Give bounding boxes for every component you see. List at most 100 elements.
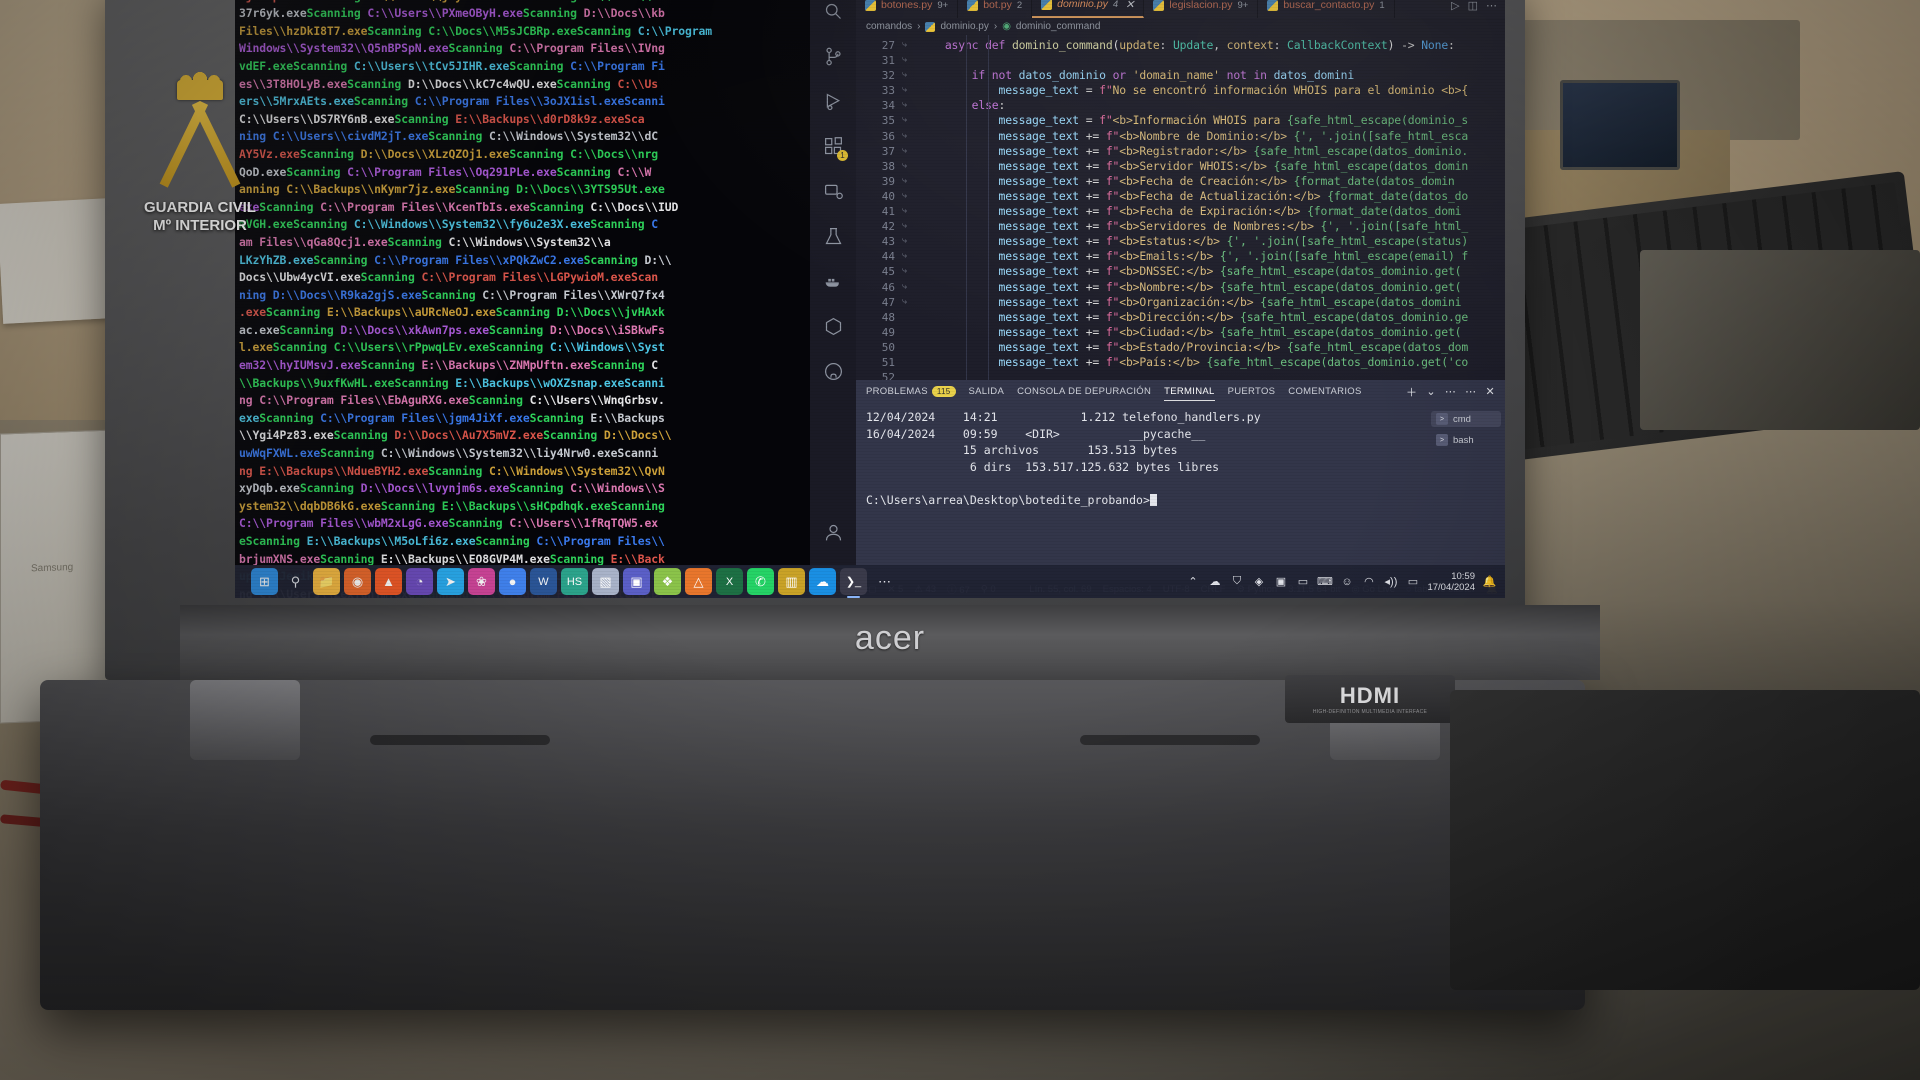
windows-taskbar[interactable]: ⊞ ⚲ 📁 ◉ ▲ ◔ ➤ ❀ ● W HS ▧ ▣ ❖ △ X ✆ ▥ ☁ ❯_ ⋯ ⌃ ☁ ⛉ ◈ ▣ ▭ ⌨ ☺ ◠ ◂)) ▭ 10:… bbox=[235, 565, 1505, 598]
fold-marker[interactable]: ⤷ bbox=[902, 249, 918, 264]
fold-marker[interactable]: ⤷ bbox=[902, 129, 918, 144]
tray-monitor-icon[interactable]: ▭ bbox=[1295, 574, 1310, 589]
editor-tab-botones[interactable]: botones.py 9+ bbox=[856, 0, 959, 18]
panel-tab-terminal[interactable]: TERMINAL bbox=[1164, 383, 1215, 401]
fold-marker[interactable]: ⤷ bbox=[902, 38, 918, 53]
tray-shield-icon[interactable]: ⛉ bbox=[1229, 574, 1244, 589]
taskbar-start-icon[interactable]: ⊞ bbox=[251, 568, 278, 595]
breadcrumb[interactable]: comandos › dominio.py › ◉ dominio_comman… bbox=[856, 18, 1505, 35]
taskbar-photos-icon[interactable]: ❀ bbox=[468, 568, 495, 595]
taskbar-chrome-icon[interactable]: ● bbox=[499, 568, 526, 595]
panel-tab-salida[interactable]: SALIDA bbox=[969, 383, 1005, 400]
activity-bar[interactable]: 1 bbox=[810, 0, 856, 598]
code-line[interactable]: message_text += f"<b>Ciudad:</b> {safe_h… bbox=[918, 325, 1505, 340]
code-line[interactable]: message_text += f"<b>Nombre de Dominio:<… bbox=[918, 129, 1505, 144]
panel-tab-comentarios[interactable]: COMENTARIOS bbox=[1288, 383, 1361, 400]
fold-marker[interactable]: ⤷ bbox=[902, 295, 918, 310]
tray-keyboard-icon[interactable]: ⌨ bbox=[1317, 574, 1333, 589]
editor-tab-legislacion[interactable]: legislacion.py 9+ bbox=[1144, 0, 1259, 18]
terminal-instance-list[interactable]: > cmd > bash bbox=[1427, 403, 1505, 580]
taskbar-photo-editor-icon[interactable]: ❖ bbox=[654, 568, 681, 595]
taskbar-clock[interactable]: 10:59 17/04/2024 bbox=[1427, 571, 1475, 593]
code-line[interactable]: message_text += f"<b>Estado/Provincia:</… bbox=[918, 340, 1505, 355]
fold-marker[interactable]: ⤷ bbox=[902, 219, 918, 234]
editor-tab-dominio[interactable]: dominio.py 4 ✕ bbox=[1032, 0, 1145, 18]
taskbar-file-explorer-icon[interactable]: 📁 bbox=[313, 568, 340, 595]
taskbar-word-icon[interactable]: W bbox=[530, 568, 557, 595]
code-line[interactable]: message_text += f"<b>Emails:</b> {', '.j… bbox=[918, 249, 1505, 264]
fold-marker[interactable]: ⤷ bbox=[902, 264, 918, 279]
panel-actions[interactable]: ＋ ⌄ ⋯ ⋯ ✕ bbox=[1406, 384, 1495, 400]
fold-marker[interactable]: ⤷ bbox=[902, 113, 918, 128]
taskbar-database-icon[interactable]: ▥ bbox=[778, 568, 805, 595]
fold-marker[interactable]: ⤷ bbox=[902, 53, 918, 68]
notification-bell-icon[interactable]: 🔔 bbox=[1482, 574, 1497, 589]
fold-marker[interactable]: ⤷ bbox=[902, 234, 918, 249]
docker-icon[interactable] bbox=[820, 268, 846, 294]
taskbar-telegram-icon[interactable]: ➤ bbox=[437, 568, 464, 595]
code-line[interactable]: message_text += f"<b>Nombre:</b> {safe_h… bbox=[918, 280, 1505, 295]
fold-marker[interactable]: ⤷ bbox=[902, 159, 918, 174]
fold-marker[interactable]: ⤷ bbox=[902, 189, 918, 204]
taskbar-onedrive-icon[interactable]: ☁ bbox=[809, 568, 836, 595]
fold-column[interactable]: ⤷ ⤷ ⤷ ⤷ ⤷ ⤷ ⤷ ⤷ ⤷ ⤷ ⤷ ⤷ ⤷ ⤷ ⤷ ⤷ ⤷ ⤷ bbox=[902, 35, 918, 380]
source-control-icon[interactable] bbox=[820, 43, 846, 69]
fold-marker[interactable]: ⤷ bbox=[902, 83, 918, 98]
code-line[interactable]: message_text += f"<b>Dirección:</b> {saf… bbox=[918, 310, 1505, 325]
panel-tab-consola-de-depuraci-n[interactable]: CONSOLA DE DEPURACIÓN bbox=[1017, 383, 1151, 400]
tray-app2-icon[interactable]: ▣ bbox=[1273, 574, 1288, 589]
taskbar-firefox-icon[interactable]: ◉ bbox=[344, 568, 371, 595]
panel-tab-puertos[interactable]: PUERTOS bbox=[1228, 383, 1276, 400]
tray-battery-icon[interactable]: ▭ bbox=[1405, 574, 1420, 589]
tray-chevron-up-icon[interactable]: ⌃ bbox=[1185, 574, 1200, 589]
extensions-icon[interactable]: 1 bbox=[820, 133, 848, 161]
code-line[interactable]: else: bbox=[918, 98, 1505, 113]
editor-actions[interactable]: ▷ ◫ ⋯ bbox=[1443, 0, 1505, 18]
taskbar-items[interactable]: ⊞ ⚲ 📁 ◉ ▲ ◔ ➤ ❀ ● W HS ▧ ▣ ❖ △ X ✆ ▥ ☁ ❯_ ⋯ bbox=[251, 568, 898, 598]
terminal-output[interactable]: 12/04/2024 14:21 1.212 telefono_handlers… bbox=[856, 403, 1427, 580]
taskbar-more-icon[interactable]: ⋯ bbox=[871, 568, 898, 595]
breadcrumb-file[interactable]: dominio.py bbox=[940, 21, 988, 32]
taskbar-search-icon[interactable]: ⚲ bbox=[282, 568, 309, 595]
code-editor[interactable]: 27 31 32 33 34 35 36 37 38 39 40 41 42 43 44 45 46 47 48 49… bbox=[856, 35, 1505, 380]
fold-marker[interactable]: ⤷ bbox=[902, 280, 918, 295]
code-lines[interactable]: async def dominio_command(update: Update… bbox=[918, 35, 1505, 380]
code-line[interactable] bbox=[918, 370, 1505, 380]
tray-app-icon[interactable]: ◈ bbox=[1251, 574, 1266, 589]
code-line[interactable]: async def dominio_command(update: Update… bbox=[918, 38, 1505, 53]
run-icon[interactable]: ▷ bbox=[1451, 0, 1459, 12]
terminal-instance-cmd[interactable]: > cmd bbox=[1431, 411, 1501, 427]
fold-marker[interactable]: ⤷ bbox=[902, 174, 918, 189]
chevron-down-icon[interactable]: ⌄ bbox=[1426, 385, 1436, 398]
code-line[interactable]: message_text += f"<b>DNSSEC:</b> {safe_h… bbox=[918, 264, 1505, 279]
taskbar-terminal-icon[interactable]: ❯_ bbox=[840, 568, 867, 598]
code-line[interactable] bbox=[918, 53, 1505, 68]
more-icon[interactable]: ⋯ bbox=[1465, 385, 1476, 398]
tray-onedrive-icon[interactable]: ☁ bbox=[1207, 574, 1222, 589]
taskbar-store-icon[interactable]: ▧ bbox=[592, 568, 619, 595]
split-icon[interactable]: ◫ bbox=[1468, 0, 1478, 12]
taskbar-brave-icon[interactable]: ▲ bbox=[375, 568, 402, 595]
add-terminal-icon[interactable]: ＋ bbox=[1406, 384, 1417, 400]
code-line[interactable]: message_text += f"<b>Servidores de Nombr… bbox=[918, 219, 1505, 234]
package-icon[interactable] bbox=[820, 313, 846, 339]
github-icon[interactable] bbox=[820, 358, 846, 384]
breadcrumb-symbol[interactable]: dominio_command bbox=[1016, 21, 1101, 32]
panel-tab-problemas[interactable]: PROBLEMAS 115 bbox=[866, 383, 956, 400]
editor-tab-bot[interactable]: bot.py 2 bbox=[958, 0, 1033, 18]
terminal-instance-bash[interactable]: > bash bbox=[1431, 432, 1501, 448]
accounts-icon[interactable] bbox=[820, 519, 846, 545]
fold-marker[interactable]: ⤷ bbox=[902, 204, 918, 219]
code-line[interactable]: message_text += f"<b>Fecha de Actualizac… bbox=[918, 189, 1505, 204]
code-line[interactable]: message_text += f"<b>Estatus:</b> {', '.… bbox=[918, 234, 1505, 249]
code-line[interactable]: message_text = f"<b>Información WHOIS pa… bbox=[918, 113, 1505, 128]
close-panel-icon[interactable]: ✕ bbox=[1485, 385, 1495, 398]
panel-tab-bar[interactable]: PROBLEMAS 115 SALIDA CONSOLA DE DEPURACIÓN T… bbox=[856, 380, 1505, 403]
testing-icon[interactable] bbox=[820, 223, 846, 249]
code-line[interactable]: if not datos_dominio or 'domain_name' no… bbox=[918, 68, 1505, 83]
editor-tab-buscar_contacto[interactable]: buscar_contacto.py 1 bbox=[1258, 0, 1395, 18]
fold-marker[interactable]: ⤷ bbox=[902, 144, 918, 159]
taskbar-teams-icon[interactable]: ▣ bbox=[623, 568, 650, 595]
code-line[interactable]: message_text = f"No se encontró informac… bbox=[918, 83, 1505, 98]
code-line[interactable]: message_text += f"<b>Servidor WHOIS:</b>… bbox=[918, 159, 1505, 174]
